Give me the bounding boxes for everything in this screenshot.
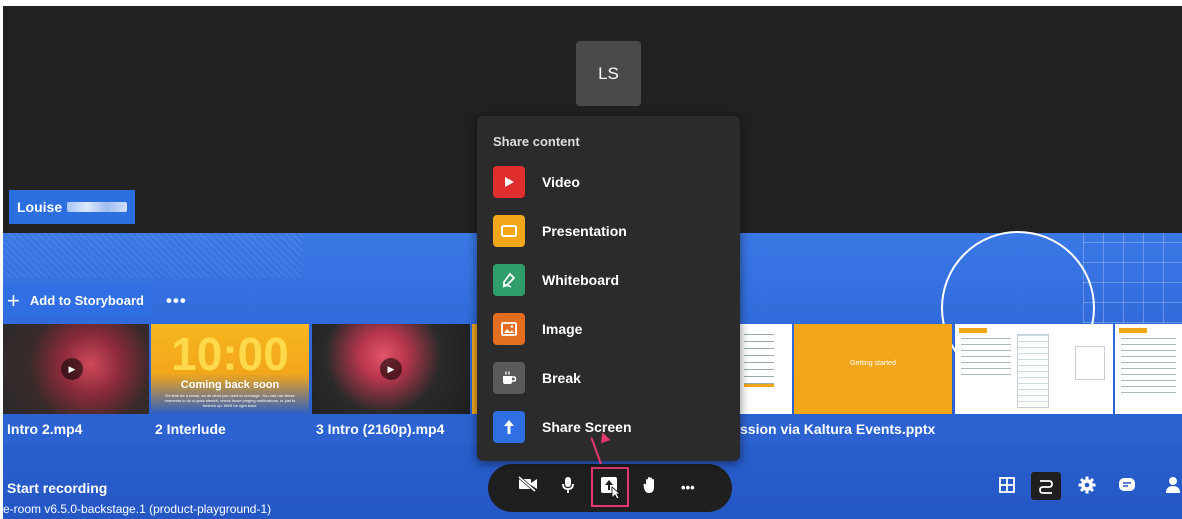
menu-item-presentation[interactable]: Presentation xyxy=(493,215,723,247)
slide-lines xyxy=(744,334,774,384)
slide-lines xyxy=(1121,338,1176,393)
interlude-caption: Coming back soon xyxy=(180,379,280,391)
participants-icon[interactable] xyxy=(1166,476,1180,499)
add-to-storyboard-button[interactable]: + Add to Storyboard xyxy=(3,285,152,316)
microphone-icon[interactable] xyxy=(561,476,575,494)
media-label-interlude: 2 Interlude xyxy=(155,421,226,437)
share-content-menu: Share content Video Presentation Whitebo… xyxy=(477,116,740,461)
slide-header xyxy=(959,328,987,333)
menu-item-video[interactable]: Video xyxy=(493,166,723,198)
share-screen-icon xyxy=(493,411,525,443)
grid-layout-icon[interactable] xyxy=(998,476,1016,499)
cursor-icon xyxy=(611,486,621,500)
media-thumbnail-intro2[interactable]: ▶ xyxy=(3,324,149,414)
media-label-intro2: Intro 2.mp4 xyxy=(7,421,83,437)
play-icon: ▶ xyxy=(61,358,83,380)
blurred-surname xyxy=(67,202,128,212)
menu-label-presentation: Presentation xyxy=(542,223,627,239)
slide-header xyxy=(1119,328,1147,333)
slide-thumbnail-getting-started[interactable]: Getting started xyxy=(794,324,952,414)
menu-label-share-screen: Share Screen xyxy=(542,419,632,435)
menu-label-break: Break xyxy=(542,370,581,386)
participant-avatar: LS xyxy=(576,41,641,106)
background-grid xyxy=(1083,233,1182,323)
slide-bar xyxy=(744,384,774,387)
plus-icon: + xyxy=(7,287,20,313)
media-label-pptx: ssion via Kaltura Events.pptx xyxy=(740,421,936,437)
slide-thumbnail-4[interactable] xyxy=(1115,324,1182,414)
media-thumbnail-interlude[interactable]: 10:00 Coming back soon It's time for a b… xyxy=(151,324,309,414)
chat-icon[interactable] xyxy=(1118,476,1136,499)
participant-name-tag: Louise xyxy=(9,190,136,224)
coffee-icon xyxy=(493,362,525,394)
share-content-title: Share content xyxy=(493,134,580,149)
stage: LS Louise + Add to Storyboard ••• ▶ 10:0… xyxy=(3,6,1182,519)
menu-item-image[interactable]: Image xyxy=(493,313,723,345)
slide-thumbnail-3[interactable] xyxy=(955,324,1113,414)
slide-getting-started-text: Getting started xyxy=(850,360,896,367)
slide-panel xyxy=(1075,346,1105,380)
whiteboard-icon xyxy=(493,264,525,296)
camera-off-icon[interactable] xyxy=(518,476,538,492)
image-icon xyxy=(493,313,525,345)
menu-item-whiteboard[interactable]: Whiteboard xyxy=(493,264,723,296)
play-icon: ▶ xyxy=(380,358,402,380)
start-recording-button[interactable]: Start recording xyxy=(7,480,107,496)
slide-lines xyxy=(961,338,1011,378)
menu-item-break[interactable]: Break xyxy=(493,362,723,394)
more-controls-button[interactable]: ••• xyxy=(681,480,695,495)
slide-thumbnail-1[interactable] xyxy=(740,324,792,414)
menu-label-whiteboard: Whiteboard xyxy=(542,272,619,288)
video-icon xyxy=(493,166,525,198)
storyboard-toggle-icon[interactable] xyxy=(1031,472,1061,500)
storyboard-more-button[interactable]: ••• xyxy=(166,291,187,311)
media-thumbnail-intro-2160p[interactable]: ▶ xyxy=(312,324,470,414)
interlude-small-text: It's time for a break, so do what you ne… xyxy=(164,393,296,408)
raise-hand-icon[interactable] xyxy=(643,476,659,494)
menu-label-image: Image xyxy=(542,321,583,337)
version-text: e-room v6.5.0-backstage.1 (product-playg… xyxy=(3,502,272,516)
menu-label-video: Video xyxy=(542,174,580,190)
background-texture xyxy=(3,233,303,278)
add-to-storyboard-label: Add to Storyboard xyxy=(29,293,144,308)
presentation-icon xyxy=(493,215,525,247)
media-label-intro-2160p: 3 Intro (2160p).mp4 xyxy=(316,421,445,437)
storyboard-toolbar: + Add to Storyboard ••• xyxy=(3,284,187,317)
slide-panel xyxy=(1017,334,1049,408)
participant-name: Louise xyxy=(17,199,63,215)
settings-gear-icon[interactable] xyxy=(1078,476,1096,499)
interlude-time: 10:00 xyxy=(171,328,289,380)
